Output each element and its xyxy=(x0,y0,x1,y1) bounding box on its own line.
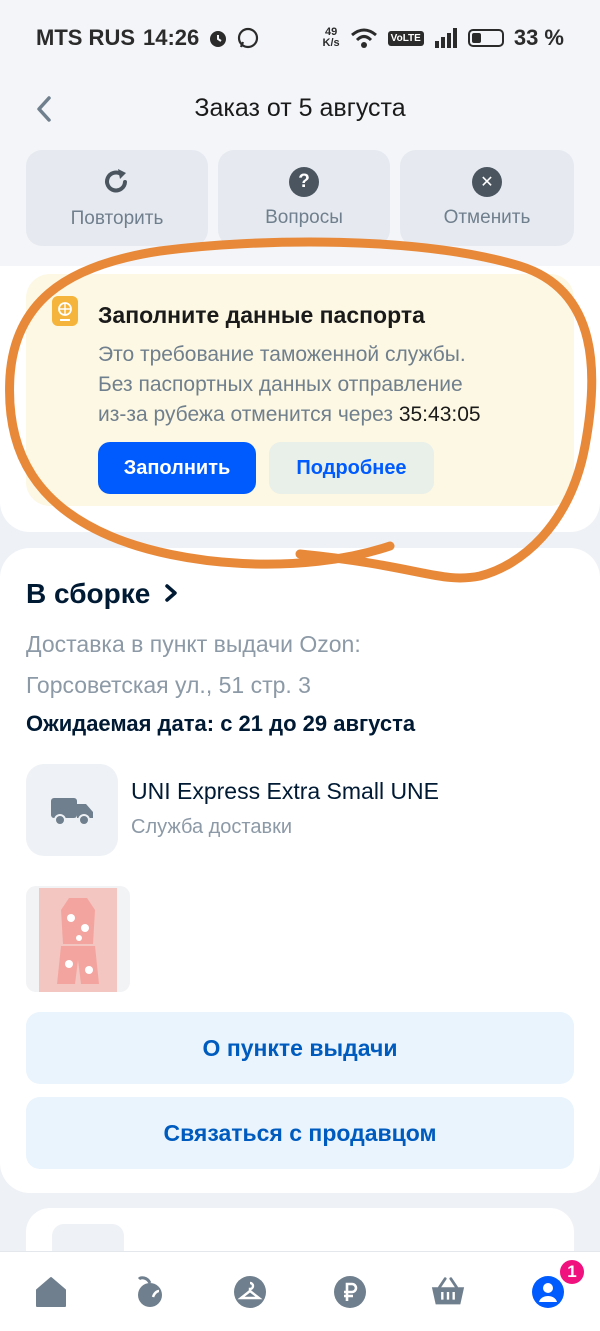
battery-icon xyxy=(467,29,504,47)
more-info-button[interactable]: Подробнее xyxy=(269,442,434,494)
cart-icon xyxy=(431,1277,465,1305)
cancel-icon: ✕ xyxy=(472,167,502,197)
delivery-address: Доставка в пункт выдачи Ozon: Горсоветск… xyxy=(26,631,361,698)
questions-label: Вопросы xyxy=(265,207,343,228)
delivery-service-tile xyxy=(26,764,118,856)
volte-indicator: VoLTE xyxy=(387,30,424,46)
page-title: Заказ от 5 августа xyxy=(194,93,406,122)
tab-cart[interactable] xyxy=(430,1274,466,1310)
repeat-icon xyxy=(105,169,127,193)
delivery-service-name: UNI Express Extra Small UNE xyxy=(131,778,440,804)
order-actions: Повторить ? Вопросы ✕ Отменить xyxy=(0,140,600,266)
passport-section: Заполните данные паспорта Это требование… xyxy=(0,266,600,532)
countdown-timer: 35:43:05 xyxy=(398,403,481,426)
bottom-tab-bar xyxy=(0,1251,600,1331)
back-arrow-icon[interactable] xyxy=(30,94,60,124)
tab-wardrobe[interactable] xyxy=(232,1274,268,1310)
signal-icon xyxy=(434,28,457,48)
truck-icon xyxy=(51,798,93,826)
wifi-icon xyxy=(350,28,377,48)
repeat-label: Повторить xyxy=(70,208,164,229)
home-icon xyxy=(36,1277,66,1307)
contact-seller-button[interactable]: Связаться с продавцом xyxy=(26,1097,574,1169)
status-bar: MTS RUS 14:26 49 K/s VoLTE 33 % xyxy=(0,0,600,76)
question-icon: ? xyxy=(289,167,319,197)
fill-passport-button[interactable]: Заполнить xyxy=(98,442,256,494)
delivery-service-label: Служба доставки xyxy=(131,816,293,838)
alarm-icon xyxy=(210,31,227,47)
wardrobe-icon xyxy=(234,1276,266,1308)
passport-icon xyxy=(52,296,78,326)
profile-notification-badge: 1 xyxy=(558,1258,586,1286)
network-speed: 49 K/s xyxy=(322,26,340,49)
carrier-name: MTS RUS xyxy=(36,25,135,50)
questions-button[interactable]: ? Вопросы xyxy=(218,150,390,246)
pickup-point-button[interactable]: О пункте выдачи xyxy=(26,1012,574,1084)
page-header: Заказ от 5 августа xyxy=(0,76,600,140)
cancel-button[interactable]: ✕ Отменить xyxy=(400,150,574,246)
passport-banner: Заполните данные паспорта Это требование… xyxy=(26,274,574,506)
chevron-right-icon xyxy=(165,584,177,602)
finance-icon xyxy=(334,1276,366,1308)
expected-date: Ожидаемая дата: с 21 до 29 августа xyxy=(26,711,416,736)
passport-title: Заполните данные паспорта xyxy=(98,302,425,328)
repeat-button[interactable]: Повторить xyxy=(26,150,208,246)
whatsapp-icon xyxy=(238,27,259,49)
passport-description: Это требование таможенной службы. Без па… xyxy=(98,343,481,426)
order-card: В сборке Доставка в пункт выдачи Ozon: Г… xyxy=(0,548,600,1193)
product-image xyxy=(39,888,117,992)
battery-percent: 33 % xyxy=(513,25,564,50)
order-status[interactable]: В сборке xyxy=(26,578,180,610)
product-thumbnail[interactable] xyxy=(26,886,130,992)
fresh-icon xyxy=(137,1276,162,1307)
clock: 14:26 xyxy=(143,25,200,50)
tab-home[interactable] xyxy=(33,1274,69,1310)
tab-finance[interactable] xyxy=(332,1274,368,1310)
cancel-label: Отменить xyxy=(443,207,531,228)
tab-fresh[interactable] xyxy=(132,1274,168,1310)
